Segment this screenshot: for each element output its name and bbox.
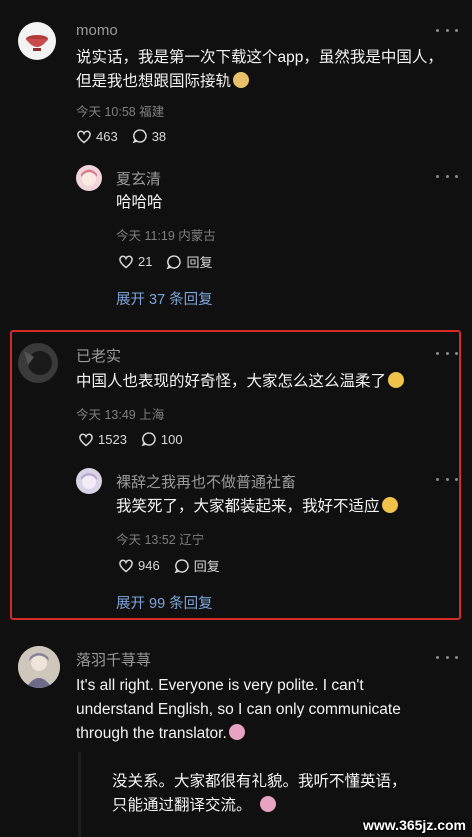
like-button[interactable]: 946: [118, 558, 160, 573]
comment-text: 说实话，我是第一次下载这个app，虽然我是中国人，但是我也想跟国际接轨: [76, 46, 456, 94]
reply-text-content: 我笑死了，大家都装起来，我好不适应: [116, 498, 380, 515]
emoji-icon: [381, 497, 398, 513]
reply-username[interactable]: 夏玄清: [116, 168, 161, 189]
anime-avatar-icon: [81, 473, 97, 489]
comment-text-line: It's all right. Everyone is very polite.…: [76, 677, 364, 694]
reply-label: 回复: [193, 559, 220, 574]
comment-username[interactable]: momo: [76, 22, 118, 39]
emoji-icon: [233, 72, 250, 88]
heart-icon: [79, 433, 93, 446]
like-count: 21: [138, 254, 153, 269]
reply-text: 我笑死了，大家都装起来，我好不适应: [116, 495, 436, 519]
reply-count: 38: [151, 128, 167, 144]
reply-username[interactable]: 裸辞之我再也不做普通社畜: [116, 471, 296, 492]
bowl-avatar-icon: [26, 35, 48, 51]
dark-avatar-icon: [18, 343, 58, 383]
emoji-icon: [259, 796, 276, 812]
anime-avatar-icon: [81, 169, 97, 186]
comment-icon: [167, 254, 182, 269]
reply-meta: 今天 11:19 内蒙古: [116, 229, 216, 243]
comment-text-content: 中国人也表现的好奇怪，大家怎么这么温柔了: [76, 373, 387, 390]
comment-text-line-last: through the translator.: [76, 722, 461, 746]
more-dots-icon[interactable]: [436, 27, 458, 33]
avatar[interactable]: [18, 22, 56, 60]
emoji-icon: [228, 724, 245, 740]
like-count: 1523: [98, 431, 127, 447]
comment-meta: 今天 10:58 福建: [76, 105, 165, 119]
reply-count-button[interactable]: 38: [132, 128, 166, 144]
translation-text: 没关系。大家都很有礼貌。我听不懂英语， 只能通过翻译交流。: [112, 770, 442, 818]
comment-icon: [141, 432, 156, 447]
translation-line: 没关系。大家都很有礼貌。我听不懂英语，: [112, 773, 407, 790]
translation-line: 只能通过翻译交流。: [112, 797, 252, 814]
expand-replies-link[interactable]: 展开 37 条回复: [116, 288, 213, 309]
heart-icon: [119, 255, 133, 269]
avatar[interactable]: [18, 646, 60, 688]
like-count: 463: [96, 128, 118, 144]
like-button[interactable]: 21: [118, 254, 152, 269]
more-dots-icon[interactable]: [436, 350, 458, 356]
translation-line-last: 只能通过翻译交流。: [112, 794, 442, 818]
comment-text-content: 说实话，我是第一次下载这个app，虽然我是中国人，但是我也想跟国际接轨: [76, 49, 443, 90]
more-dots-icon[interactable]: [436, 173, 458, 179]
reply-meta: 今天 13:52 辽宁: [116, 533, 205, 547]
more-dots-icon[interactable]: [436, 654, 458, 660]
heart-icon: [119, 559, 133, 573]
comment-text-line: understand English, so I can only commun…: [76, 701, 401, 718]
heart-icon: [77, 130, 91, 143]
comment-stats: 463 38: [76, 128, 180, 144]
emoji-icon: [388, 372, 405, 388]
comment-text: It's all right. Everyone is very polite.…: [76, 674, 461, 746]
avatar[interactable]: [76, 468, 102, 494]
comment-stats: 1523 100: [78, 431, 197, 447]
reply-text: 哈哈哈: [116, 194, 163, 211]
reply-button[interactable]: 回复: [174, 556, 220, 575]
reply-stats: 946 回复: [118, 556, 234, 575]
comment-text-line: through the translator.: [76, 725, 227, 742]
comment-username[interactable]: 已老实: [76, 345, 121, 366]
watermark: www.365jz.com: [363, 817, 466, 833]
avatar[interactable]: [18, 343, 58, 383]
comment-text: 中国人也表现的好奇怪，大家怎么这么温柔了: [76, 370, 446, 394]
translation-quote-bar: [78, 752, 81, 837]
comment-username[interactable]: 落羽千荨荨: [76, 649, 151, 670]
like-count: 946: [138, 558, 160, 573]
reply-label: 回复: [186, 255, 213, 270]
reply-button[interactable]: 回复: [166, 252, 212, 271]
like-button[interactable]: 463: [76, 129, 118, 144]
anime-avatar-icon: [18, 646, 60, 688]
comment-meta: 今天 13:49 上海: [76, 408, 165, 422]
avatar[interactable]: [76, 165, 102, 191]
comment-icon: [132, 129, 147, 144]
reply-count-button[interactable]: 100: [141, 431, 183, 447]
expand-replies-link[interactable]: 展开 99 条回复: [116, 592, 213, 613]
reply-count: 100: [160, 431, 183, 447]
comment-icon: [174, 558, 189, 573]
reply-stats: 21 回复: [118, 252, 226, 271]
like-button[interactable]: 1523: [78, 432, 127, 447]
more-dots-icon[interactable]: [436, 476, 458, 482]
